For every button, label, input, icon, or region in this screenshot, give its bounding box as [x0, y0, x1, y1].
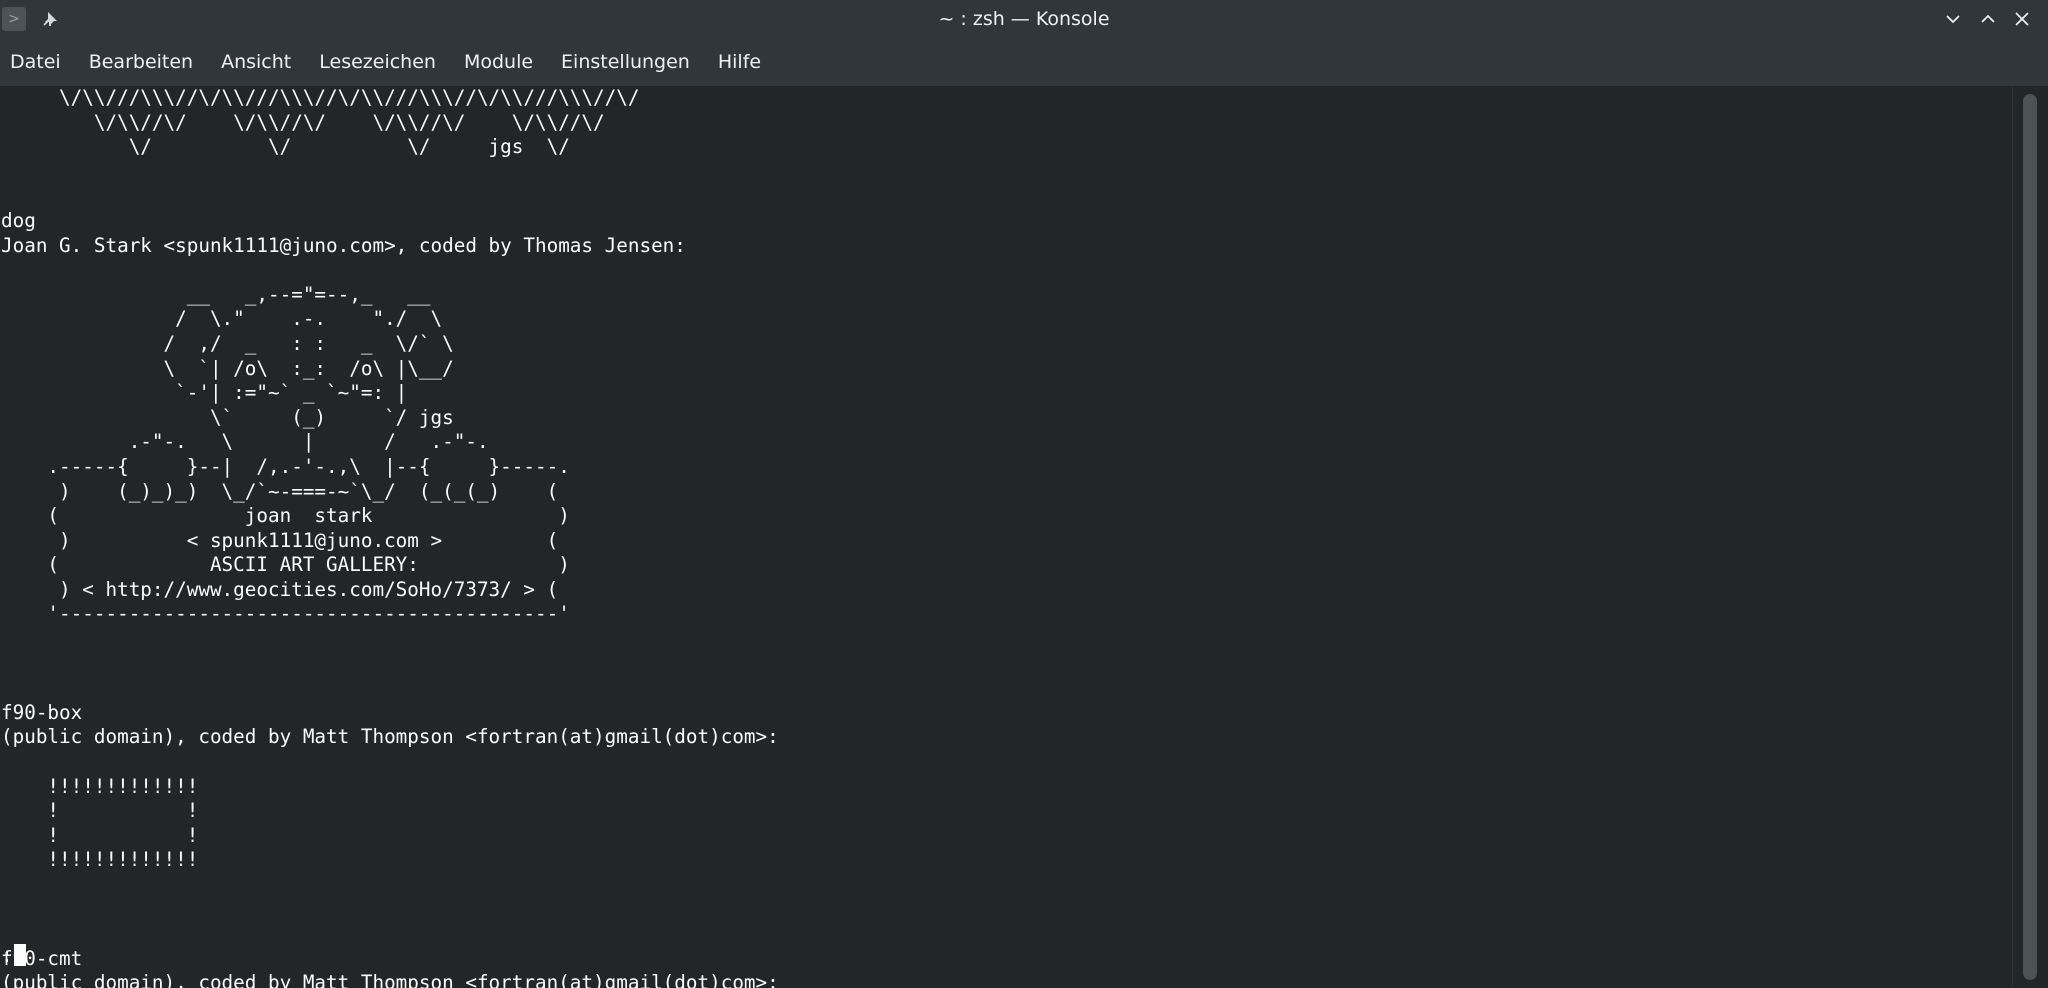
pager-prompt-line[interactable]: : [1, 943, 26, 967]
close-icon[interactable] [2009, 6, 2035, 32]
title-bar: > ~ : zsh — Konsole [0, 0, 2048, 38]
terminal-output: \/\\///\\\//\/\\///\\\//\/\\///\\\//\/\\… [1, 86, 779, 988]
menu-bearbeiten[interactable]: Bearbeiten [79, 51, 207, 73]
menu-ansicht[interactable]: Ansicht [211, 51, 305, 73]
terminal-view[interactable]: \/\\///\\\//\/\\///\\\//\/\\///\\\//\/\\… [0, 86, 2012, 988]
menu-bar: Datei Bearbeiten Ansicht Lesezeichen Mod… [0, 38, 2048, 86]
menu-datei[interactable]: Datei [0, 51, 75, 73]
menu-module[interactable]: Module [454, 51, 547, 73]
scrollbar-thumb[interactable] [2023, 94, 2037, 980]
text-cursor [13, 944, 26, 966]
minimize-icon[interactable] [1940, 6, 1966, 32]
menu-hilfe[interactable]: Hilfe [708, 51, 775, 73]
pager-prompt: : [1, 943, 13, 967]
terminal-scrollbar[interactable] [2012, 86, 2048, 988]
menu-einstellungen[interactable]: Einstellungen [551, 51, 704, 73]
menu-lesezeichen[interactable]: Lesezeichen [309, 51, 450, 73]
maximize-icon[interactable] [1975, 6, 2001, 32]
window-title: ~ : zsh — Konsole [938, 8, 1110, 30]
